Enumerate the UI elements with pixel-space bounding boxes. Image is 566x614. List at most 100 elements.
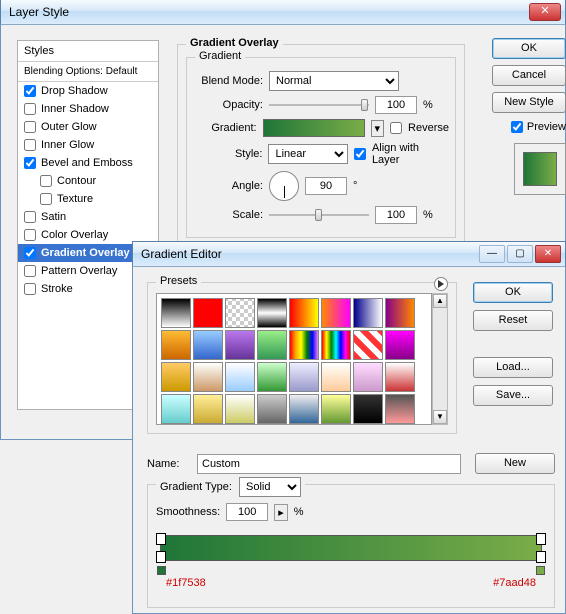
cancel-button[interactable]: Cancel <box>492 65 566 86</box>
style-item[interactable]: Texture <box>18 190 158 208</box>
style-item[interactable]: Satin <box>18 208 158 226</box>
name-input[interactable] <box>197 454 461 474</box>
maximize-icon[interactable]: ▢ <box>507 245 533 263</box>
angle-input[interactable] <box>305 177 347 195</box>
preset-swatch[interactable] <box>321 362 351 392</box>
new-button[interactable]: New <box>475 453 555 474</box>
stop-color-right[interactable] <box>536 566 545 575</box>
gradient-bar[interactable] <box>160 535 542 561</box>
stop-color-left[interactable] <box>157 566 166 575</box>
close-icon[interactable]: ✕ <box>535 245 561 263</box>
style-select[interactable]: Linear <box>268 144 347 164</box>
preset-swatch[interactable] <box>385 394 415 424</box>
preset-swatch[interactable] <box>161 394 191 424</box>
preset-swatch[interactable] <box>257 330 287 360</box>
align-checkbox[interactable] <box>354 148 366 160</box>
scrollbar[interactable]: ▲ ▼ <box>432 293 448 425</box>
preset-swatch[interactable] <box>289 298 319 328</box>
scroll-up-icon[interactable]: ▲ <box>433 294 447 308</box>
blending-options[interactable]: Blending Options: Default <box>18 62 158 82</box>
load-button[interactable]: Load... <box>473 357 553 378</box>
style-checkbox[interactable] <box>24 139 36 151</box>
scroll-down-icon[interactable]: ▼ <box>433 410 447 424</box>
opacity-stop-left[interactable] <box>156 533 166 545</box>
style-checkbox[interactable] <box>40 193 52 205</box>
angle-label: Angle: <box>193 180 263 192</box>
style-item[interactable]: Outer Glow <box>18 118 158 136</box>
preset-swatch[interactable] <box>257 298 287 328</box>
style-checkbox[interactable] <box>24 211 36 223</box>
styles-header[interactable]: Styles <box>18 41 158 62</box>
preset-swatch[interactable] <box>385 298 415 328</box>
preset-swatch[interactable] <box>161 298 191 328</box>
minimize-icon[interactable]: — <box>479 245 505 263</box>
preset-swatch[interactable] <box>193 394 223 424</box>
style-item[interactable]: Inner Glow <box>18 136 158 154</box>
smoothness-input[interactable] <box>226 503 268 521</box>
close-icon[interactable]: ✕ <box>529 3 561 21</box>
preset-swatch[interactable] <box>161 330 191 360</box>
chevron-right-icon[interactable]: ▸ <box>274 504 288 521</box>
preset-swatch[interactable] <box>321 394 351 424</box>
preset-swatch[interactable] <box>257 394 287 424</box>
preset-swatch[interactable] <box>225 298 255 328</box>
preset-swatch[interactable] <box>353 298 383 328</box>
preset-swatch[interactable] <box>385 362 415 392</box>
preset-swatch[interactable] <box>289 394 319 424</box>
opacity-stop-right[interactable] <box>536 533 546 545</box>
preset-swatch[interactable] <box>353 362 383 392</box>
percent: % <box>423 99 433 111</box>
preset-swatch[interactable] <box>193 330 223 360</box>
gradient-swatch[interactable] <box>263 119 365 137</box>
style-item[interactable]: Inner Shadow <box>18 100 158 118</box>
style-checkbox[interactable] <box>24 85 36 97</box>
preset-swatch[interactable] <box>289 362 319 392</box>
titlebar[interactable]: Gradient Editor — ▢ ✕ <box>132 241 566 267</box>
gradient-type-group: Gradient Type: Solid Smoothness: ▸ % #1f… <box>147 484 555 608</box>
save-button[interactable]: Save... <box>473 385 553 406</box>
ok-button[interactable]: OK <box>492 38 566 59</box>
gradient-type-select[interactable]: Solid <box>239 477 301 497</box>
presets-menu-icon[interactable] <box>434 277 448 291</box>
style-checkbox[interactable] <box>24 283 36 295</box>
opacity-label: Opacity: <box>193 99 263 111</box>
style-checkbox[interactable] <box>24 121 36 133</box>
titlebar[interactable]: Layer Style ✕ <box>0 0 566 25</box>
style-checkbox[interactable] <box>40 175 52 187</box>
style-item[interactable]: Drop Shadow <box>18 82 158 100</box>
style-checkbox[interactable] <box>24 265 36 277</box>
scale-input[interactable] <box>375 206 417 224</box>
preset-swatch[interactable] <box>225 330 255 360</box>
style-checkbox[interactable] <box>24 247 36 259</box>
scale-slider[interactable] <box>269 208 369 222</box>
preset-swatch[interactable] <box>289 330 319 360</box>
chevron-down-icon[interactable]: ▾ <box>371 120 385 137</box>
reverse-checkbox[interactable] <box>390 122 402 134</box>
new-style-button[interactable]: New Style <box>492 92 566 113</box>
preset-swatch[interactable] <box>193 298 223 328</box>
opacity-slider[interactable] <box>269 98 369 112</box>
color-stop-right[interactable] <box>536 551 546 563</box>
style-checkbox[interactable] <box>24 157 36 169</box>
reset-button[interactable]: Reset <box>473 310 553 331</box>
angle-dial[interactable] <box>269 171 299 201</box>
ok-button[interactable]: OK <box>473 282 553 303</box>
style-checkbox[interactable] <box>24 103 36 115</box>
preset-swatch[interactable] <box>321 330 351 360</box>
blend-mode-select[interactable]: Normal <box>269 71 399 91</box>
preset-swatch[interactable] <box>257 362 287 392</box>
preset-swatch[interactable] <box>225 362 255 392</box>
style-checkbox[interactable] <box>24 229 36 241</box>
preset-swatch[interactable] <box>193 362 223 392</box>
style-item[interactable]: Contour <box>18 172 158 190</box>
preset-swatch[interactable] <box>353 330 383 360</box>
preset-swatch[interactable] <box>385 330 415 360</box>
opacity-input[interactable] <box>375 96 417 114</box>
style-item[interactable]: Bevel and Emboss <box>18 154 158 172</box>
preview-checkbox[interactable] <box>511 121 523 133</box>
color-stop-left[interactable] <box>156 551 166 563</box>
preset-swatch[interactable] <box>353 394 383 424</box>
preset-swatch[interactable] <box>161 362 191 392</box>
preset-swatch[interactable] <box>225 394 255 424</box>
preset-swatch[interactable] <box>321 298 351 328</box>
